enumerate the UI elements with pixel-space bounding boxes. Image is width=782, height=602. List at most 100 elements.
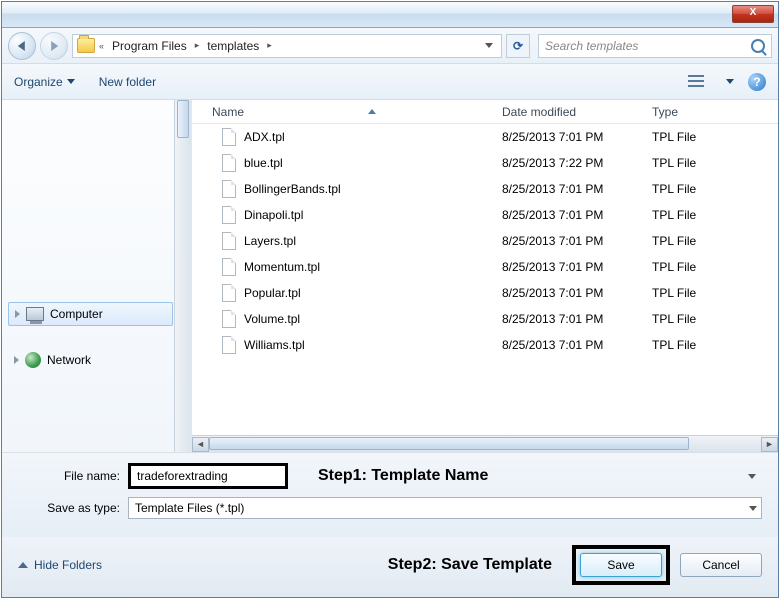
file-date: 8/25/2013 7:22 PM [502,156,652,170]
file-icon [222,206,236,224]
help-button[interactable]: ? [748,73,766,91]
saveastype-select[interactable]: Template Files (*.tpl) [128,497,762,519]
file-icon [222,232,236,250]
step1-annotation: Step1: Template Name [318,467,488,485]
file-type: TPL File [652,312,778,326]
column-date[interactable]: Date modified [502,105,652,119]
file-type: TPL File [652,260,778,274]
expander-icon[interactable] [14,356,19,364]
tree-item-label: Network [47,353,91,367]
nav-back-button[interactable] [8,32,36,60]
horizontal-scrollbar[interactable]: ◄ ► [192,435,778,452]
nav-forward-button[interactable] [40,32,68,60]
arrow-left-icon [18,41,25,51]
file-date: 8/25/2013 7:01 PM [502,260,652,274]
column-type[interactable]: Type [652,105,778,119]
file-row[interactable]: blue.tpl 8/25/2013 7:22 PMTPL File [192,150,778,176]
column-headers: Name Date modified Type [192,100,778,124]
scroll-right-button[interactable]: ► [761,437,778,452]
search-icon [751,39,765,53]
organize-button[interactable]: Organize [14,75,75,89]
close-button[interactable]: X [732,5,774,23]
file-row[interactable]: Momentum.tpl 8/25/2013 7:01 PMTPL File [192,254,778,280]
tree-item-computer[interactable]: Computer [8,302,173,326]
folder-icon [77,38,95,53]
file-name: Williams.tpl [244,338,305,352]
file-type: TPL File [652,182,778,196]
file-rows: ADX.tpl8/25/2013 7:01 PMTPL Fileblue.tpl… [192,124,778,435]
filename-row: File name: tradeforextrading Step1: Temp… [18,463,762,489]
file-date: 8/25/2013 7:01 PM [502,312,652,326]
step2-annotation: Step2: Save Template [388,556,552,574]
file-type: TPL File [652,156,778,170]
views-button[interactable] [688,73,712,91]
file-date: 8/25/2013 7:01 PM [502,338,652,352]
tree-item-network[interactable]: Network [8,348,173,372]
new-folder-button[interactable]: New folder [99,75,156,89]
search-placeholder: Search templates [545,39,747,53]
file-type: TPL File [652,234,778,248]
breadcrumb-sep: « [97,41,106,51]
file-name: ADX.tpl [244,130,285,144]
scrollbar-thumb[interactable] [177,100,189,138]
file-name: Layers.tpl [244,234,296,248]
file-row[interactable]: Williams.tpl8/25/2013 7:01 PMTPL File [192,332,778,358]
tree-panel: Computer Network [2,100,192,452]
filename-input[interactable]: tradeforextrading [128,463,288,489]
arrow-right-icon [51,41,58,51]
scroll-left-button[interactable]: ◄ [192,437,209,452]
refresh-icon: ⟳ [513,39,523,53]
toolbar: Organize New folder ? [2,64,778,100]
save-button-highlight: Save [572,545,670,585]
new-folder-label: New folder [99,75,156,89]
file-row[interactable]: BollingerBands.tpl8/25/2013 7:01 PMTPL F… [192,176,778,202]
scroll-track[interactable] [209,437,761,452]
refresh-button[interactable]: ⟳ [506,34,530,58]
saveastype-row: Save as type: Template Files (*.tpl) [18,497,762,519]
file-row[interactable]: ADX.tpl 8/25/2013 7:01 PMTPL File [192,124,778,150]
file-row[interactable]: Layers.tpl 8/25/2013 7:01 PMTPL File [192,228,778,254]
scrollbar-thumb[interactable] [209,437,689,450]
chevron-down-icon[interactable] [726,79,734,84]
tree-scrollbar[interactable] [174,100,191,452]
filename-value: tradeforextrading [137,469,228,483]
file-date: 8/25/2013 7:01 PM [502,182,652,196]
file-name: blue.tpl [244,156,283,170]
file-row[interactable]: Dinapoli.tpl8/25/2013 7:01 PMTPL File [192,202,778,228]
file-name: Dinapoli.tpl [244,208,303,222]
file-type: TPL File [652,130,778,144]
file-icon [222,284,236,302]
breadcrumb-arrow: ▸ [193,40,202,51]
file-icon [222,258,236,276]
footer: Hide Folders Step2: Save Template Save C… [2,537,778,597]
file-name: Momentum.tpl [244,260,320,274]
computer-icon [26,307,44,321]
chevron-up-icon [18,562,28,568]
form-panel: File name: tradeforextrading Step1: Temp… [2,452,778,537]
hide-folders-label: Hide Folders [34,558,102,572]
titlebar: X [2,2,778,28]
cancel-button[interactable]: Cancel [680,553,762,577]
breadcrumb-part-program-files[interactable]: Program Files [108,39,191,53]
saveastype-label: Save as type: [18,501,128,515]
tree-item-label: Computer [50,307,103,321]
breadcrumb-arrow: ▸ [265,40,274,51]
file-date: 8/25/2013 7:01 PM [502,130,652,144]
save-as-dialog: X « Program Files ▸ templates ▸ ⟳ Search… [1,1,779,598]
search-input[interactable]: Search templates [538,34,772,58]
chevron-down-icon[interactable] [485,43,493,48]
file-date: 8/25/2013 7:01 PM [502,286,652,300]
column-name[interactable]: Name [192,105,502,119]
breadcrumb[interactable]: « Program Files ▸ templates ▸ [72,34,502,58]
file-date: 8/25/2013 7:01 PM [502,234,652,248]
file-row[interactable]: Popular.tpl8/25/2013 7:01 PMTPL File [192,280,778,306]
file-row[interactable]: Volume.tpl8/25/2013 7:01 PMTPL File [192,306,778,332]
file-icon [222,336,236,354]
breadcrumb-part-templates[interactable]: templates [203,39,263,53]
chevron-down-icon[interactable] [748,474,756,479]
filename-label: File name: [18,469,128,483]
navbar: « Program Files ▸ templates ▸ ⟳ Search t… [2,28,778,64]
expander-icon[interactable] [15,310,20,318]
save-button[interactable]: Save [580,553,662,577]
hide-folders-button[interactable]: Hide Folders [18,558,102,572]
